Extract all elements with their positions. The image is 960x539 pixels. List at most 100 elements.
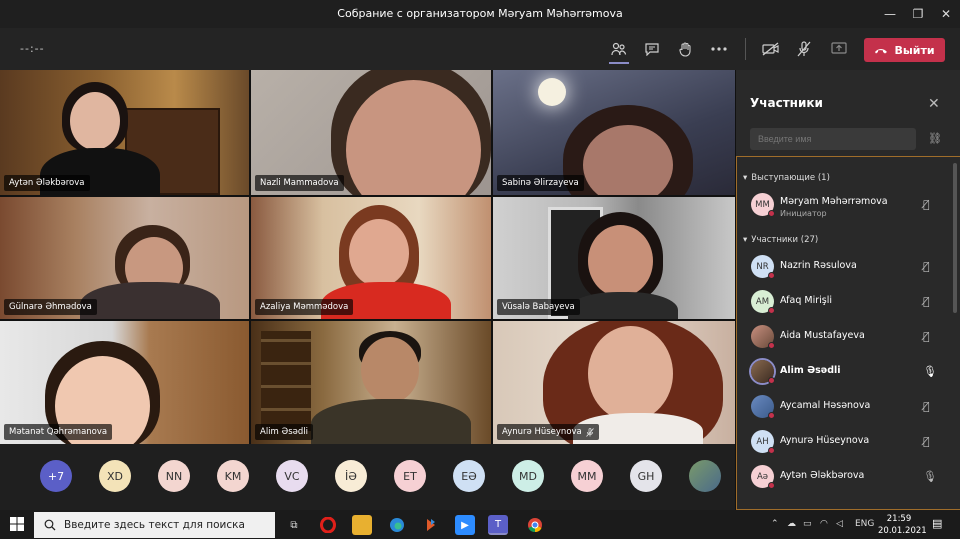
taskbar-clock[interactable]: 21:59 20.01.2021 <box>878 513 927 537</box>
video-tile[interactable]: Nazli Mammadova <box>251 70 491 195</box>
battery-icon[interactable]: ▭ <box>803 519 812 529</box>
avatar[interactable]: NN <box>158 460 190 492</box>
participant-role: Инициатор <box>780 209 827 218</box>
video-tile[interactable]: Aynurə Hüseynova <box>493 321 735 444</box>
avatar: Aə <box>751 465 775 489</box>
tray-chevron-icon[interactable]: ⌃ <box>771 519 779 529</box>
participant-name: Aida Mustafayeva <box>780 330 865 341</box>
taskbar-search-placeholder: Введите здесь текст для поиска <box>64 519 245 531</box>
close-icon[interactable]: ✕ <box>928 96 940 112</box>
participant-row[interactable]: Aycamal Həsənova 🎙̸ <box>737 389 952 423</box>
share-screen-icon[interactable] <box>828 38 850 60</box>
window-titlebar: Собрание с организатором Məryam Məhərrəm… <box>0 0 960 28</box>
more-participants-avatar[interactable]: +7 <box>40 460 72 492</box>
cloud-icon[interactable]: ☁ <box>787 519 796 529</box>
opera-icon[interactable] <box>318 515 338 535</box>
link-icon[interactable]: ⛓ <box>928 132 942 145</box>
participant-list: ▾ Выступающие (1) MM Məryam Məhərrəmova … <box>736 156 960 510</box>
avatar-initials: NR <box>756 261 769 272</box>
mic-off-icon <box>585 427 594 437</box>
tile-name: Aytən Ələkbərova <box>4 175 90 191</box>
mic-off-icon: 🎙̸ <box>923 260 930 273</box>
mic-off-icon: 🎙̸ <box>923 330 930 343</box>
wifi-icon[interactable]: ◠ <box>820 519 828 529</box>
avatar-strip: +7 XD NN KM VC İƏ ET EƏ MD MM GH <box>0 444 735 510</box>
video-tile[interactable]: Gülnarə Əhmədova <box>0 197 249 319</box>
maximize-button[interactable]: ❐ <box>910 6 926 22</box>
avatar[interactable]: EƏ <box>453 460 485 492</box>
avatar[interactable]: GH <box>630 460 662 492</box>
clock-time: 21:59 <box>886 514 912 524</box>
tile-name: Azaliya Məmmədova <box>255 299 354 315</box>
participant-row[interactable]: Alim Əsədli 🎙 <box>737 354 952 388</box>
chrome-icon[interactable] <box>525 515 545 535</box>
avatar[interactable]: İƏ <box>335 460 367 492</box>
task-view-icon[interactable]: ⧉ <box>284 515 304 535</box>
notifications-icon[interactable]: ▤ <box>932 517 942 530</box>
avatar: AM <box>751 290 775 314</box>
participant-row[interactable]: NR Nazrin Rəsulova 🎙̸ <box>737 249 952 283</box>
participant-name: Afaq Mirişli <box>780 295 832 306</box>
language-indicator[interactable]: ENG <box>855 519 874 529</box>
participant-name: Aycamal Həsənova <box>780 400 871 411</box>
participant-search-input[interactable] <box>750 128 916 150</box>
status-dot <box>768 307 775 314</box>
participant-row[interactable]: Aida Mustafayeva 🎙̸ <box>737 319 952 353</box>
taskbar-search[interactable]: Введите здесь текст для поиска <box>34 512 275 538</box>
tile-name-text: Aynurə Hüseynova <box>502 427 582 437</box>
app-icon[interactable] <box>421 515 441 535</box>
section-label: Выступающие (1) <box>751 173 830 183</box>
participants-panel: Участники ✕ ⛓ ▾ Выступающие (1) MM Mərya… <box>735 70 960 510</box>
leave-button[interactable]: Выйти <box>864 38 945 62</box>
raise-hand-icon[interactable] <box>674 38 696 60</box>
scrollbar[interactable] <box>953 163 957 313</box>
photo-avatar[interactable] <box>689 460 721 492</box>
avatar[interactable]: MD <box>512 460 544 492</box>
minimize-button[interactable]: — <box>882 6 898 22</box>
clock-date: 20.01.2021 <box>878 526 927 536</box>
attendees-section-header[interactable]: ▾ Участники (27) <box>743 235 818 245</box>
participant-name: Məryam Məhərrəmova <box>780 196 888 207</box>
chat-icon[interactable] <box>641 38 663 60</box>
status-dot <box>768 210 775 217</box>
avatar <box>751 395 775 419</box>
mic-off-icon: 🎙̸ <box>923 295 930 308</box>
avatar[interactable]: MM <box>571 460 603 492</box>
mic-icon: 🎙 <box>923 365 937 378</box>
file-explorer-icon[interactable] <box>352 515 372 535</box>
avatar[interactable]: VC <box>276 460 308 492</box>
participant-row[interactable]: Aə Aytən Ələkbərova 🎙 <box>737 459 952 493</box>
avatar: MM <box>751 193 775 217</box>
presenters-section-header[interactable]: ▾ Выступающие (1) <box>743 173 830 183</box>
avatar-initials: AM <box>755 296 770 307</box>
zoom-icon[interactable]: ▶ <box>455 515 475 535</box>
edge-icon[interactable] <box>387 515 407 535</box>
avatar[interactable]: ET <box>394 460 426 492</box>
video-tile[interactable]: Vüsalə Babayeva <box>493 197 735 319</box>
windows-start-icon[interactable] <box>10 517 24 535</box>
participant-row[interactable]: MM Məryam Məhərrəmova Инициатор 🎙̸ <box>737 187 952 221</box>
avatar[interactable]: XD <box>99 460 131 492</box>
more-icon[interactable] <box>708 38 730 60</box>
participant-row[interactable]: AM Afaq Mirişli 🎙̸ <box>737 284 952 318</box>
status-dot <box>768 342 775 349</box>
camera-off-icon[interactable] <box>760 38 782 60</box>
mic-off-icon: 🎙̸ <box>923 198 930 211</box>
avatar: NR <box>751 255 775 279</box>
participants-icon[interactable] <box>608 38 630 60</box>
avatar[interactable]: KM <box>217 460 249 492</box>
teams-icon[interactable]: T <box>488 515 508 535</box>
tile-name: Gülnarə Əhmədova <box>4 299 97 315</box>
avatar: AH <box>751 430 775 454</box>
close-window-button[interactable]: ✕ <box>938 6 954 22</box>
video-tile[interactable]: Mətanət Qəhrəmanova <box>0 321 249 444</box>
video-tile[interactable]: Aytən Ələkbərova <box>0 70 249 195</box>
volume-icon[interactable]: ◁ <box>836 519 843 529</box>
tile-name: Nazli Mammadova <box>255 175 344 191</box>
video-tile[interactable]: Alim Əsədli <box>251 321 491 444</box>
video-tile[interactable]: Azaliya Məmmədova <box>251 197 491 319</box>
mic-off-icon: 🎙̸ <box>923 400 930 413</box>
participant-row[interactable]: AH Aynurə Hüseynova 🎙̸ <box>737 424 952 458</box>
video-tile[interactable]: Sabinə Əlirzayeva <box>493 70 735 195</box>
mic-off-icon[interactable] <box>793 38 815 60</box>
